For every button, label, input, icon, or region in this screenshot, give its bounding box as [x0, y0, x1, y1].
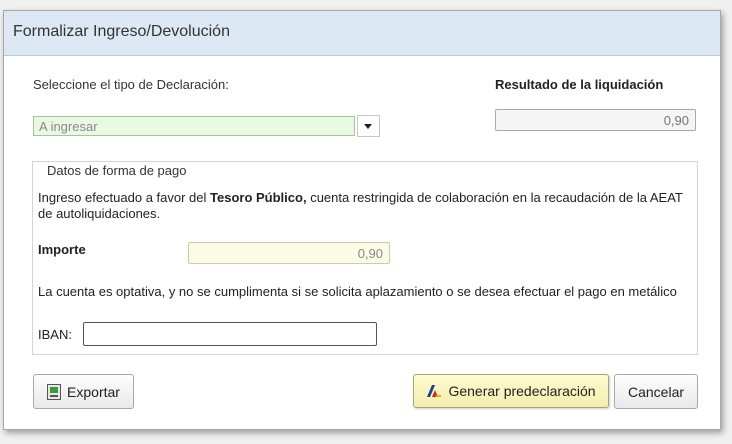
result-label: Resultado de la liquidación: [495, 77, 664, 92]
importe-field: 0,90: [188, 242, 390, 264]
payment-legend: Datos de forma de pago: [42, 163, 192, 178]
importe-label: Importe: [38, 242, 86, 257]
generate-predeclaration-button[interactable]: Generar predeclaración: [413, 374, 609, 408]
declaration-type-select[interactable]: A ingresar: [33, 116, 355, 136]
payment-info: Ingreso efectuado a favor del Tesoro Púb…: [38, 190, 698, 222]
dialog: Formalizar Ingreso/Devolución Seleccione…: [3, 10, 721, 430]
iban-input[interactable]: [83, 322, 377, 346]
aeat-logo-icon: [427, 385, 442, 397]
export-button[interactable]: Exportar: [33, 374, 134, 409]
declaration-type-label: Seleccione el tipo de Declaración:: [33, 77, 229, 92]
result-field: 0,90: [495, 109, 696, 131]
dialog-titlebar[interactable]: Formalizar Ingreso/Devolución: [4, 11, 720, 56]
cancel-button-label: Cancelar: [627, 383, 685, 400]
export-icon: [47, 383, 62, 400]
payment-note: La cuenta es optativa, y no se cumplimen…: [38, 284, 677, 299]
payment-info-bold: Tesoro Público,: [210, 190, 307, 205]
iban-label: IBAN:: [38, 327, 72, 342]
chevron-down-icon: [364, 124, 372, 129]
declaration-type-dropdown-button[interactable]: [357, 115, 380, 137]
generate-button-label: Generar predeclaración: [448, 383, 596, 399]
cancel-button[interactable]: Cancelar: [614, 374, 698, 409]
dialog-title: Formalizar Ingreso/Devolución: [13, 23, 230, 40]
payment-info-prefix: Ingreso efectuado a favor del: [38, 190, 207, 205]
export-button-label: Exportar: [67, 383, 120, 400]
